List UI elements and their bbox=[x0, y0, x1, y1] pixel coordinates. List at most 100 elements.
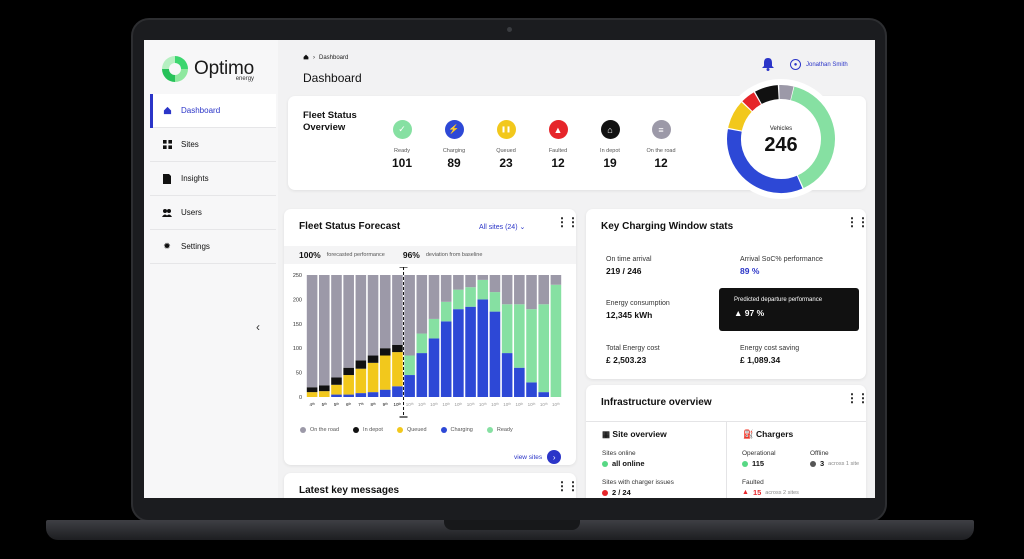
bar-queued[interactable] bbox=[343, 375, 354, 395]
bar-queued[interactable] bbox=[318, 391, 330, 397]
sidebar-item-label: Sites bbox=[181, 140, 199, 149]
user-menu[interactable]: ● Jonathan Smith bbox=[790, 59, 848, 70]
forecast-menu-icon[interactable]: ⋮⋮ bbox=[556, 216, 579, 228]
bar-charging[interactable] bbox=[440, 321, 452, 397]
logo[interactable]: Optimo energy bbox=[162, 56, 254, 82]
bar-on-the-road[interactable] bbox=[331, 275, 342, 378]
bar-on-the-road[interactable] bbox=[392, 275, 403, 345]
infrastructure-menu-icon[interactable]: ⋮⋮ bbox=[846, 392, 869, 404]
bar-charging[interactable] bbox=[465, 306, 476, 397]
bar-queued[interactable] bbox=[331, 384, 342, 395]
bar-in-depot[interactable] bbox=[343, 367, 354, 376]
bar-charging[interactable] bbox=[416, 353, 428, 397]
bar-ready[interactable] bbox=[465, 287, 476, 307]
bar-charging[interactable] bbox=[453, 309, 464, 397]
bar-on-the-road[interactable] bbox=[453, 275, 464, 290]
stat-label: Total Energy cost bbox=[606, 345, 660, 352]
bar-charging[interactable] bbox=[514, 367, 525, 397]
bar-in-depot[interactable] bbox=[379, 348, 391, 356]
bar-in-depot[interactable] bbox=[306, 387, 318, 393]
bar-on-the-road[interactable] bbox=[550, 275, 562, 285]
bar-on-the-road[interactable] bbox=[306, 275, 318, 388]
bar-queued[interactable] bbox=[306, 392, 318, 397]
bar-in-depot[interactable] bbox=[318, 385, 330, 392]
bar-on-the-road[interactable] bbox=[428, 275, 440, 319]
bar-ready[interactable] bbox=[526, 309, 537, 383]
status-dot-grey bbox=[810, 460, 816, 467]
bar-ready[interactable] bbox=[501, 304, 513, 354]
bar-charging[interactable] bbox=[501, 353, 513, 397]
messages-menu-icon[interactable]: ⋮⋮ bbox=[556, 480, 579, 492]
home-icon[interactable] bbox=[303, 54, 309, 62]
bar-queued[interactable] bbox=[392, 352, 403, 387]
sidebar-item-sites[interactable]: Sites bbox=[150, 128, 276, 162]
sidebar-item-users[interactable]: Users bbox=[150, 196, 276, 230]
bar-ready[interactable] bbox=[550, 284, 562, 397]
bar-in-depot[interactable] bbox=[355, 360, 367, 369]
bar-ready[interactable] bbox=[477, 279, 489, 300]
bar-on-the-road[interactable] bbox=[343, 275, 354, 368]
bar-queued[interactable] bbox=[355, 368, 367, 394]
fleet-status-queued[interactable]: ❚❚ Queued 23 bbox=[486, 120, 526, 170]
bar-on-the-road[interactable] bbox=[514, 275, 525, 305]
bar-on-the-road[interactable] bbox=[526, 275, 537, 310]
bar-charging[interactable] bbox=[343, 394, 354, 397]
view-sites-button[interactable]: view sites › bbox=[514, 450, 562, 464]
key-charging-menu-icon[interactable]: ⋮⋮ bbox=[846, 216, 869, 228]
bar-in-depot[interactable] bbox=[331, 377, 342, 385]
bar-charging[interactable] bbox=[331, 394, 342, 397]
bar-on-the-road[interactable] bbox=[489, 275, 501, 293]
sidebar-item-insights[interactable]: Insights bbox=[150, 162, 276, 196]
bar-ready[interactable] bbox=[428, 318, 440, 339]
bar-on-the-road[interactable] bbox=[477, 275, 489, 280]
fleet-status-faulted[interactable]: ▲ Faulted 12 bbox=[538, 120, 578, 170]
fleet-status-in-depot[interactable]: ⌂ In depot 19 bbox=[590, 120, 630, 170]
sidebar-item-dashboard[interactable]: Dashboard bbox=[150, 94, 276, 128]
bar-ready[interactable] bbox=[440, 301, 452, 322]
bar-on-the-road[interactable] bbox=[367, 275, 379, 356]
bar-on-the-road[interactable] bbox=[318, 275, 330, 386]
bar-on-the-road[interactable] bbox=[465, 275, 476, 288]
sidebar-item-settings[interactable]: ✹ Settings bbox=[150, 230, 276, 264]
y-tick-label: 50 bbox=[296, 371, 302, 377]
legend-item: Ready bbox=[486, 427, 513, 433]
bar-charging[interactable] bbox=[404, 375, 415, 397]
bar-charging[interactable] bbox=[379, 389, 391, 397]
bar-charging[interactable] bbox=[355, 393, 367, 397]
fleet-status-ready[interactable]: ✓ Ready 101 bbox=[382, 120, 422, 170]
bar-charging[interactable] bbox=[489, 311, 501, 397]
site-filter-dropdown[interactable]: All sites (24) ⌄ bbox=[479, 223, 525, 231]
bar-ready[interactable] bbox=[404, 355, 415, 376]
bar-on-the-road[interactable] bbox=[501, 275, 513, 305]
collapse-sidebar-button[interactable]: ‹ bbox=[256, 320, 260, 334]
bar-queued[interactable] bbox=[379, 355, 391, 390]
bar-queued[interactable] bbox=[367, 362, 379, 393]
bar-on-the-road[interactable] bbox=[379, 275, 391, 349]
status-value: 23 bbox=[499, 156, 513, 170]
bar-charging[interactable] bbox=[477, 299, 489, 397]
bar-in-depot[interactable] bbox=[367, 355, 379, 363]
bar-charging[interactable] bbox=[538, 392, 550, 397]
status-label: In depot bbox=[600, 148, 620, 154]
fleet-status-title: Fleet Status Overview bbox=[303, 110, 357, 133]
x-tick-label: 4ᵗʰ bbox=[309, 402, 314, 407]
bar-ready[interactable] bbox=[538, 304, 550, 393]
bar-charging[interactable] bbox=[526, 382, 537, 397]
bar-on-the-road[interactable] bbox=[538, 275, 550, 305]
bar-ready[interactable] bbox=[416, 333, 428, 354]
notification-bell-icon[interactable] bbox=[762, 58, 774, 74]
bar-on-the-road[interactable] bbox=[416, 275, 428, 334]
bar-charging[interactable] bbox=[392, 386, 403, 397]
bar-ready[interactable] bbox=[453, 289, 464, 310]
bar-in-depot[interactable] bbox=[392, 344, 403, 353]
bar-ready[interactable] bbox=[514, 304, 525, 368]
fleet-status-charging[interactable]: ⚡ Charging 89 bbox=[434, 120, 474, 170]
fleet-status-on-the-road[interactable]: ≡ On the road 12 bbox=[641, 120, 681, 170]
stat-predicted-departure[interactable]: Predicted departure performance ▲ 97 % bbox=[719, 288, 859, 331]
bar-on-the-road[interactable] bbox=[440, 275, 452, 302]
bar-on-the-road[interactable] bbox=[404, 275, 415, 356]
bar-ready[interactable] bbox=[489, 292, 501, 312]
bar-charging[interactable] bbox=[367, 392, 379, 397]
bar-on-the-road[interactable] bbox=[355, 275, 367, 361]
bar-charging[interactable] bbox=[428, 338, 440, 397]
